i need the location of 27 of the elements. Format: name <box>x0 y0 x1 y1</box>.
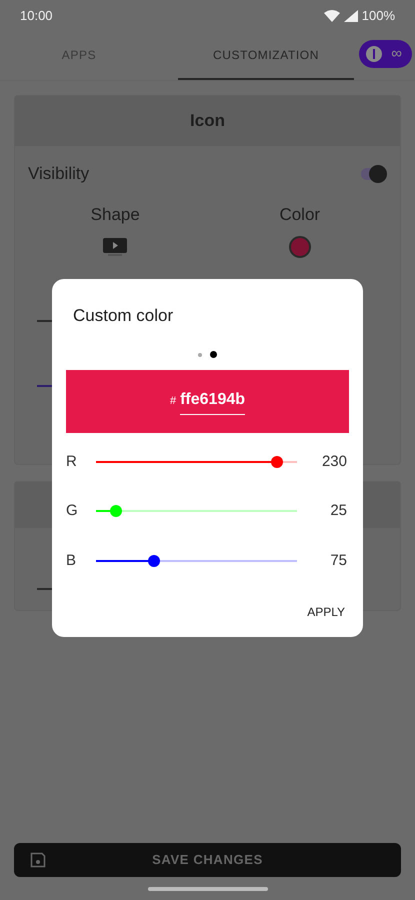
wifi-icon <box>324 10 340 22</box>
channel-value: 75 <box>329 550 347 570</box>
hash-sign: # <box>170 394 176 409</box>
dialog-title: Custom color <box>73 305 174 327</box>
channel-label: G <box>66 501 79 521</box>
save-changes-button[interactable]: SAVE CHANGES <box>14 843 401 877</box>
premium-badge[interactable]: ∞ <box>359 40 412 68</box>
save-icon <box>30 852 46 868</box>
apply-button[interactable]: APPLY <box>303 599 349 625</box>
slider[interactable] <box>96 456 297 468</box>
color-label: Color <box>279 204 320 226</box>
coin-icon <box>365 45 384 63</box>
slider[interactable] <box>96 505 297 518</box>
signal-icon <box>344 10 358 22</box>
hex-input[interactable]: ffe6194b <box>180 388 246 414</box>
visibility-label: Visibility <box>28 163 90 186</box>
color-swatch[interactable] <box>288 236 311 258</box>
channel-label: R <box>66 452 78 472</box>
channel-value: 230 <box>320 452 347 472</box>
slider[interactable] <box>96 554 297 567</box>
channel-label: B <box>66 550 78 570</box>
status-time: 10:00 <box>20 7 53 26</box>
video-icon[interactable] <box>102 236 128 256</box>
battery-level: 100% <box>362 7 395 26</box>
shape-label: Shape <box>90 204 140 226</box>
channel-value: 25 <box>329 501 347 521</box>
card-title: Icon <box>190 110 225 132</box>
